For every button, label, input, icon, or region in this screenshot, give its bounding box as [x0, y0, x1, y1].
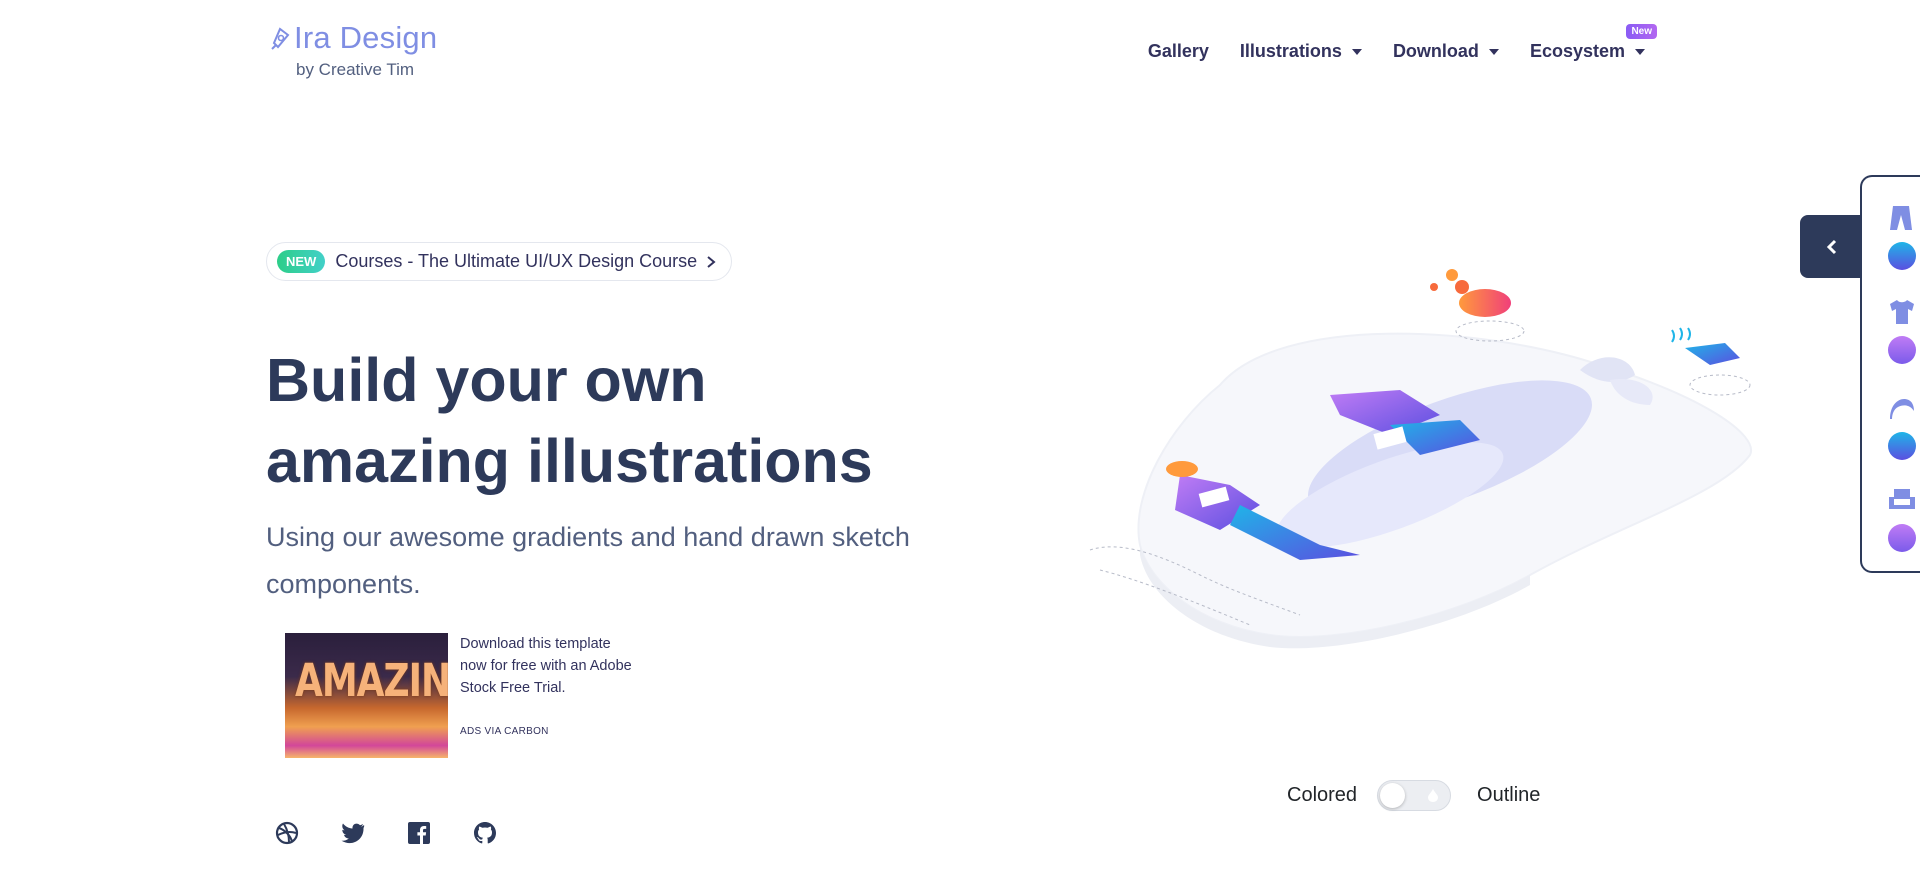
toggle-knob [1380, 783, 1406, 808]
nav-gallery[interactable]: Gallery [1148, 41, 1209, 62]
nav-ecosystem-dropdown[interactable]: Ecosystem New [1529, 24, 1657, 62]
new-badge: NEW [277, 250, 326, 273]
caret-down-icon [1488, 48, 1499, 55]
ad-text-link[interactable]: Download this template now for free with… [460, 633, 640, 699]
customizer-item-hair[interactable] [1888, 397, 1920, 460]
gradient-swatch[interactable] [1888, 524, 1916, 552]
carbon-ad[interactable]: AMAZING Download this template now for f… [285, 633, 640, 758]
main-nav: Gallery Illustrations Download Ecosystem… [1117, 24, 1657, 62]
facebook-link[interactable] [406, 820, 432, 846]
customizer-item-shirt[interactable] [1888, 299, 1920, 364]
shirt-icon [1890, 300, 1914, 324]
hair-icon [1890, 399, 1914, 419]
new-badge: New [1626, 24, 1657, 39]
customizer-item-pants[interactable] [1888, 205, 1920, 270]
outline-label: Outline [1477, 784, 1541, 806]
announcement-text: Courses - The Ultimate UI/UX Design Cour… [335, 251, 698, 271]
ads-via-carbon-link[interactable]: ADS VIA CARBON [460, 726, 640, 737]
brand-subtitle: by Creative Tim [296, 60, 415, 79]
hero-title: Build your own amazing illustrations [266, 340, 966, 502]
course-announcement-link[interactable]: NEW Courses - The Ultimate UI/UX Design … [266, 242, 732, 281]
colored-label: Colored [1287, 784, 1358, 806]
pen-nib-logo-icon [271, 27, 290, 50]
caret-down-icon [1351, 48, 1362, 55]
nav-illustrations-dropdown[interactable]: Illustrations [1240, 41, 1362, 62]
ad-image[interactable]: AMAZING [285, 633, 448, 758]
chevron-left-icon [1826, 239, 1836, 254]
twitter-icon [341, 823, 365, 844]
nav-download-label: Download [1392, 41, 1479, 61]
caret-down-icon [1635, 48, 1645, 55]
nav-illustrations-label: Illustrations [1239, 41, 1342, 61]
pants-icon [1890, 206, 1912, 230]
ad-image-text: AMAZING [295, 655, 448, 708]
social-links [274, 820, 538, 846]
brand[interactable]: Ira Design by Creative Tim [268, 20, 437, 80]
dribbble-icon [275, 821, 299, 845]
customizer-item-chair[interactable] [1888, 487, 1920, 552]
chair-icon [1889, 489, 1915, 509]
github-link[interactable] [472, 820, 498, 846]
github-icon [474, 822, 496, 844]
hero-subtitle: Using our awesome gradients and hand dra… [266, 522, 910, 599]
nav-download-dropdown[interactable]: Download [1393, 41, 1499, 62]
gradient-swatch[interactable] [1888, 242, 1916, 270]
facebook-icon [408, 822, 430, 844]
colored-outline-toggle[interactable] [1377, 780, 1452, 811]
hero-title-line2: amazing illustrations [266, 427, 873, 495]
hero-title-line1: Build your own [266, 346, 707, 414]
gradient-swatch[interactable] [1888, 432, 1916, 460]
side-panel-toggle-button[interactable] [1800, 215, 1863, 278]
hero-illustration [1089, 269, 1753, 649]
gradient-swatch[interactable] [1888, 336, 1916, 364]
chevron-right-icon [707, 255, 716, 268]
style-toggle-row: Colored Outline [1287, 780, 1540, 811]
nav-ecosystem-label: Ecosystem [1529, 41, 1625, 61]
nav-gallery-label: Gallery [1147, 41, 1209, 61]
twitter-link[interactable] [340, 820, 366, 846]
customizer-panel [1860, 175, 1920, 573]
brand-name: Ira Design [294, 20, 438, 55]
droplet-icon [1428, 789, 1439, 802]
dribbble-link[interactable] [274, 820, 300, 846]
